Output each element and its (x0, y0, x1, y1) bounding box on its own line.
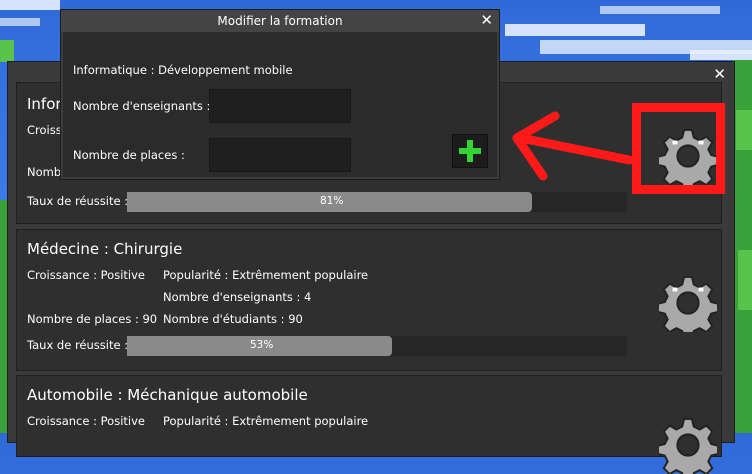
growth-label: Croissance : Positive (27, 268, 145, 282)
places-label: Nombre de places : 90 (27, 312, 158, 326)
formation-entry: Médecine : Chirurgie Croissance : Positi… (16, 229, 722, 371)
popularity-label: Popularité : Extrêmement populaire (163, 414, 369, 428)
formation-entry: Automobile : Méchanique automobile Crois… (16, 375, 722, 474)
teachers-field-label: Nombre d'enseignants : (73, 99, 211, 113)
success-rate-value: 81% (320, 195, 344, 207)
success-rate-label: Taux de réussite : (27, 194, 129, 208)
add-button[interactable] (452, 134, 488, 168)
close-icon[interactable]: ✕ (480, 11, 493, 29)
success-rate-label: Taux de réussite : (27, 338, 129, 352)
gear-icon[interactable] (659, 416, 717, 474)
places-field-label: Nombre de places : (73, 148, 185, 162)
close-icon[interactable]: ✕ (713, 65, 726, 83)
success-rate-fill: 53% (127, 336, 392, 356)
growth-label: Croissance : Positive (27, 414, 145, 428)
success-rate-bar: 53% (127, 336, 627, 356)
success-rate-fill: 81% (127, 192, 532, 212)
formation-title: Médecine : Chirurgie (27, 240, 183, 258)
plus-icon (459, 140, 481, 162)
success-rate-bar: 81% (127, 192, 627, 212)
dialog-body: Informatique : Développement mobile Nomb… (63, 32, 497, 177)
edit-formation-dialog: Modifier la formation ✕ Informatique : D… (60, 9, 500, 180)
dialog-title: Modifier la formation (217, 14, 343, 28)
students-label: Nombre d'étudiants : 90 (163, 312, 303, 326)
popularity-label: Popularité : Extrêmement populaire (163, 268, 369, 282)
formation-name: Informatique : Développement mobile (73, 63, 293, 77)
formation-title: Automobile : Méchanique automobile (27, 386, 308, 404)
places-input[interactable] (209, 138, 351, 172)
dialog-header: Modifier la formation ✕ (61, 10, 499, 32)
success-rate-value: 53% (250, 339, 274, 351)
highlight-box (632, 103, 725, 194)
arrow-icon (512, 111, 634, 181)
teachers-input[interactable] (209, 89, 351, 123)
gear-icon[interactable] (659, 274, 717, 332)
teachers-label: Nombre d'enseignants : 4 (163, 290, 312, 304)
